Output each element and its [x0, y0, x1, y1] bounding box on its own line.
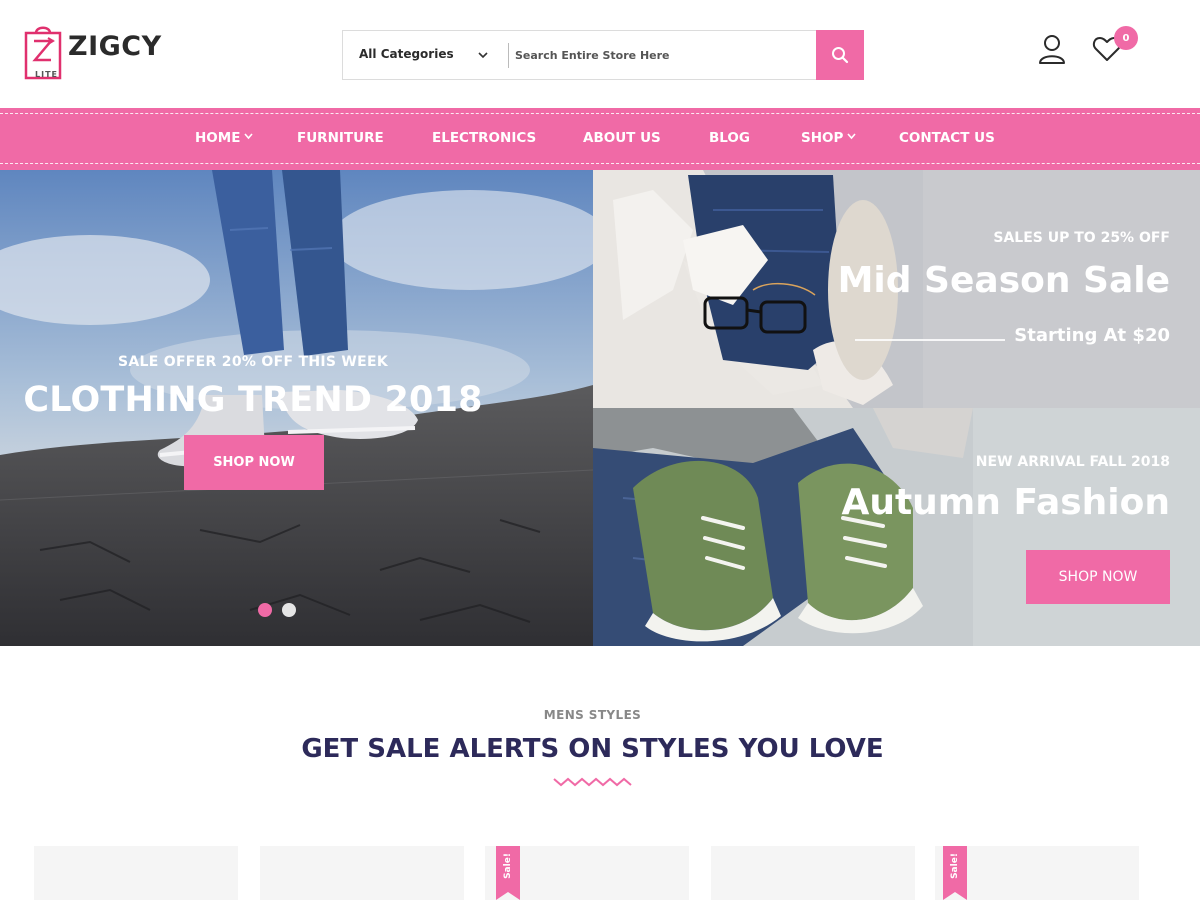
sale-badge-label: Sale! — [950, 853, 961, 879]
chevron-down-icon — [478, 52, 488, 59]
chevron-down-icon — [244, 133, 254, 140]
brand-edition: LITE — [35, 70, 58, 79]
search-input[interactable] — [511, 39, 811, 71]
product-card[interactable] — [711, 846, 915, 900]
nav-item-label: HOME — [195, 130, 241, 146]
nav-item-label: ABOUT US — [583, 130, 661, 146]
nav-item-label: SHOP — [801, 130, 844, 146]
search-divider — [508, 43, 509, 68]
brand-name: ZIGCY — [68, 31, 162, 62]
zigzag-divider-icon — [553, 777, 632, 787]
sale-badge-label: Sale! — [503, 853, 514, 879]
nav-item-home[interactable]: HOME — [195, 130, 254, 146]
nav-item-furniture[interactable]: FURNITURE — [297, 130, 384, 146]
banner-subtitle: NEW ARRIVAL FALL 2018 — [975, 454, 1170, 470]
logo[interactable]: ZIGCY LITE — [24, 18, 174, 82]
sale-badge: Sale! — [496, 846, 520, 886]
banner-shop-now-button[interactable]: SHOP NOW — [1026, 550, 1170, 604]
hero-slide-title: CLOTHING TREND 2018 — [23, 380, 483, 420]
wishlist-count-badge: 0 — [1114, 26, 1138, 50]
banner-mid-season-sale[interactable]: SALES UP TO 25% OFF Mid Season Sale Star… — [593, 170, 1200, 408]
banner-subtitle: SALES UP TO 25% OFF — [993, 230, 1170, 246]
category-select[interactable]: All Categories — [343, 31, 508, 79]
user-account-icon[interactable] — [1038, 34, 1066, 64]
banner-price-text: Starting At $20 — [1014, 325, 1170, 346]
hero-shop-now-button[interactable]: SHOP NOW — [184, 435, 324, 490]
nav-dashed-border-top — [0, 113, 1200, 114]
search-button[interactable] — [816, 30, 864, 80]
nav-item-label: ELECTRONICS — [432, 130, 537, 146]
slider-dot-1[interactable] — [258, 603, 272, 617]
nav-item-contact-us[interactable]: CONTACT US — [899, 130, 995, 146]
nav-item-shop[interactable]: SHOP — [801, 130, 857, 146]
nav-item-label: CONTACT US — [899, 130, 995, 146]
nav-dashed-border-bottom — [0, 163, 1200, 164]
banner-image — [593, 408, 1200, 646]
section-eyebrow: MENS STYLES — [543, 708, 642, 722]
main-navigation: HOME FURNITURE ELECTRONICS ABOUT US BLOG… — [0, 108, 1200, 170]
nav-item-label: BLOG — [709, 130, 750, 146]
search-icon — [832, 47, 849, 64]
sale-badge: Sale! — [943, 846, 967, 886]
nav-item-electronics[interactable]: ELECTRONICS — [432, 130, 536, 146]
nav-item-label: FURNITURE — [297, 130, 384, 146]
hero-slide-subtitle: SALE OFFER 20% OFF THIS WEEK — [117, 354, 389, 370]
banner-autumn-fashion[interactable]: NEW ARRIVAL FALL 2018 Autumn Fashion SHO… — [593, 408, 1200, 646]
product-card[interactable] — [34, 846, 238, 900]
hero-slider: SALE OFFER 20% OFF THIS WEEK CLOTHING TR… — [0, 170, 593, 646]
section-title: GET SALE ALERTS ON STYLES YOU LOVE — [301, 734, 884, 764]
banner-divider-line — [855, 339, 1005, 341]
category-select-label: All Categories — [359, 47, 454, 61]
slider-dot-2[interactable] — [282, 603, 296, 617]
product-card[interactable] — [260, 846, 464, 900]
banner-title: Mid Season Sale — [837, 260, 1170, 301]
nav-item-about-us[interactable]: ABOUT US — [583, 130, 661, 146]
site-header: ZIGCY LITE All Categories 0 — [0, 0, 1200, 108]
banner-title: Autumn Fashion — [841, 482, 1170, 523]
search-bar: All Categories — [342, 30, 864, 80]
chevron-down-icon — [847, 133, 857, 140]
nav-item-blog[interactable]: BLOG — [709, 130, 750, 146]
